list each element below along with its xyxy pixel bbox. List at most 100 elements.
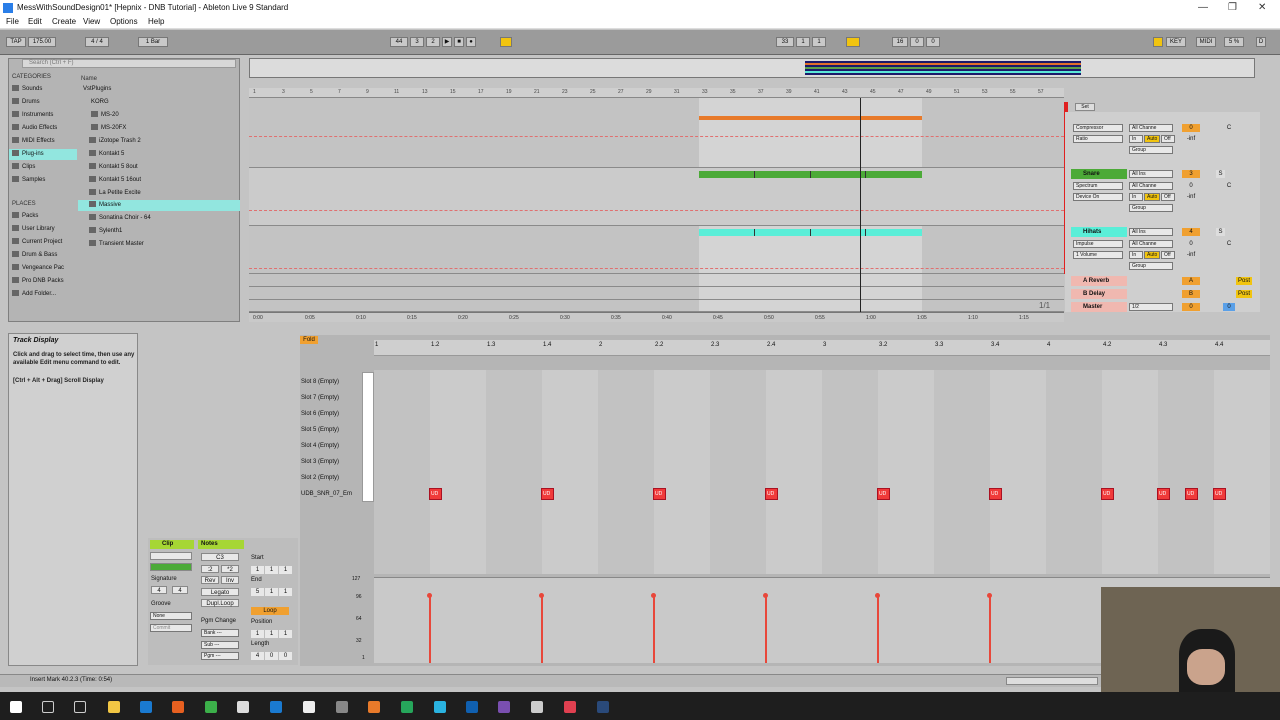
- store-icon[interactable]: [237, 701, 249, 713]
- place-current-project[interactable]: Current Project: [12, 237, 62, 248]
- track-name-hihats[interactable]: Hihats: [1071, 227, 1127, 237]
- legato-button[interactable]: Legato: [201, 588, 239, 596]
- clip-hihats[interactable]: [699, 229, 922, 236]
- loop-switch-icon[interactable]: [846, 37, 860, 47]
- plugin-kontakt5-8out[interactable]: Kontakt 5 8out: [89, 162, 138, 173]
- clip-color-menu[interactable]: [150, 563, 192, 571]
- velocity-bar[interactable]: [989, 595, 991, 663]
- device-chooser[interactable]: Spectrum: [1073, 182, 1123, 190]
- arrangement-pos-beat[interactable]: 3: [410, 37, 424, 47]
- drum-slot[interactable]: Slot 4 (Empty): [300, 438, 374, 454]
- category-clips[interactable]: Clips: [12, 162, 35, 173]
- solo-button[interactable]: S: [1216, 170, 1225, 178]
- reverse-button[interactable]: Rev: [201, 576, 219, 584]
- menu-file[interactable]: File: [6, 17, 19, 26]
- steam-icon[interactable]: [597, 701, 609, 713]
- pgm-field[interactable]: Pgm ---: [201, 652, 239, 660]
- plugin-la-petite-excite[interactable]: La Petite Excite: [89, 188, 141, 199]
- place-packs[interactable]: Packs: [12, 211, 38, 222]
- velocity-handle[interactable]: [539, 593, 544, 598]
- firefox-icon[interactable]: [172, 701, 184, 713]
- track-number[interactable]: 3: [1182, 170, 1200, 178]
- drum-slot[interactable]: Slot 2 (Empty): [300, 470, 374, 486]
- track-volume[interactable]: 0: [1182, 124, 1200, 132]
- master-output-menu[interactable]: 1/2: [1129, 303, 1173, 311]
- monitor-off[interactable]: Off: [1161, 193, 1175, 201]
- track-lane-1[interactable]: [249, 98, 1064, 168]
- device-chooser[interactable]: Impulse: [1073, 240, 1123, 248]
- add-folder[interactable]: Add Folder...: [12, 289, 56, 300]
- plugin-ms20fx[interactable]: MS-20FX: [91, 123, 126, 134]
- category-samples[interactable]: Samples: [12, 175, 45, 186]
- length-bar[interactable]: 4: [251, 652, 264, 660]
- category-audio-effects[interactable]: Audio Effects: [12, 123, 57, 134]
- track-lane-hihats[interactable]: [249, 226, 1064, 274]
- plugin-transient-master[interactable]: Transient Master: [89, 239, 144, 250]
- end-beat[interactable]: 1: [265, 588, 278, 596]
- track-number[interactable]: 4: [1182, 228, 1200, 236]
- midi-note[interactable]: UD: [765, 488, 778, 500]
- key-map-button[interactable]: KEY: [1166, 37, 1186, 47]
- velocity-handle[interactable]: [427, 593, 432, 598]
- midi-note[interactable]: UD: [1213, 488, 1226, 500]
- signature-denominator[interactable]: 4: [172, 586, 188, 594]
- folder-korg[interactable]: KORG: [91, 97, 109, 108]
- monitor-off[interactable]: Off: [1161, 135, 1175, 143]
- maximize-icon[interactable]: ❐: [1228, 0, 1237, 16]
- menu-help[interactable]: Help: [148, 17, 164, 26]
- midi-note[interactable]: UD: [989, 488, 1002, 500]
- output-group-menu[interactable]: Group: [1129, 204, 1173, 212]
- device-chooser[interactable]: Compressor: [1073, 124, 1123, 132]
- signature-numerator[interactable]: 4: [151, 586, 167, 594]
- place-vengeance[interactable]: Vengeance Pac: [12, 263, 64, 274]
- ableton-live-icon[interactable]: [466, 701, 478, 713]
- bank-field[interactable]: Bank ---: [201, 629, 239, 637]
- menu-create[interactable]: Create: [52, 17, 76, 26]
- clip-orange[interactable]: [699, 116, 922, 120]
- note-pitch-field[interactable]: C3: [201, 553, 239, 561]
- track-lane-snare[interactable]: [249, 168, 1064, 226]
- draw-mode-icon[interactable]: [1153, 37, 1163, 47]
- return-lane-b[interactable]: [249, 287, 1064, 300]
- place-pro-dnb[interactable]: Pro DNB Packs: [12, 276, 64, 287]
- send-a[interactable]: -inf: [1182, 193, 1200, 201]
- start-beat[interactable]: 1: [265, 566, 278, 574]
- param-chooser[interactable]: Device On: [1073, 193, 1123, 201]
- loop-length-sixteenth[interactable]: 0: [926, 37, 940, 47]
- app-orange-icon[interactable]: [368, 701, 380, 713]
- plugin-sylenth1[interactable]: Sylenth1: [89, 226, 122, 237]
- fold-button[interactable]: Fold: [300, 336, 318, 344]
- category-instruments[interactable]: Instruments: [12, 110, 53, 121]
- input-channel-menu[interactable]: All Channe: [1129, 240, 1173, 248]
- note-grid[interactable]: [374, 370, 1270, 574]
- chrome-icon[interactable]: [205, 701, 217, 713]
- midi-note[interactable]: UD: [877, 488, 890, 500]
- visual-studio-icon[interactable]: [498, 701, 510, 713]
- arrangement-pos-sixteenth[interactable]: 2: [426, 37, 440, 47]
- plugin-massive[interactable]: Massive: [78, 200, 240, 211]
- arrangement-pos-bar[interactable]: 44: [390, 37, 408, 47]
- master-track[interactable]: Master: [1071, 302, 1127, 312]
- return-track-b[interactable]: B Delay: [1071, 289, 1127, 299]
- app-m-icon[interactable]: [401, 701, 413, 713]
- loop-start-beat[interactable]: 1: [796, 37, 810, 47]
- plugin-izotope[interactable]: iZotope Trash 2: [89, 136, 141, 147]
- monitor-off[interactable]: Off: [1161, 251, 1175, 259]
- arrangement-overview[interactable]: [249, 58, 1255, 78]
- beat-time-ruler[interactable]: 1 3 5 7 9 11 13 15 17 19 21 23 25 27 29 …: [249, 88, 1064, 98]
- return-lane-a[interactable]: [249, 274, 1064, 287]
- loop-start-sixteenth[interactable]: 1: [812, 37, 826, 47]
- commit-button[interactable]: Commit: [150, 624, 192, 632]
- menu-options[interactable]: Options: [110, 17, 138, 26]
- output-group-menu[interactable]: Group: [1129, 262, 1173, 270]
- groove-chooser[interactable]: None: [150, 612, 192, 620]
- return-a-post[interactable]: Post: [1236, 277, 1252, 285]
- invert-button[interactable]: Inv: [221, 576, 239, 584]
- task-view-icon[interactable]: [74, 701, 86, 713]
- velocity-handle[interactable]: [875, 593, 880, 598]
- velocity-handle[interactable]: [987, 593, 992, 598]
- plugin-sonatina[interactable]: Sonatina Choir - 64: [89, 213, 151, 224]
- tap-button[interactable]: TAP: [6, 37, 26, 47]
- drum-slot[interactable]: Slot 8 (Empty): [300, 374, 374, 390]
- settings-icon[interactable]: [336, 701, 348, 713]
